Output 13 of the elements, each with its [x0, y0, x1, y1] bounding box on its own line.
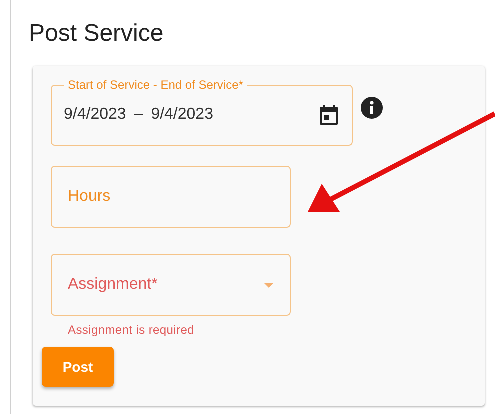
info-icon[interactable]	[361, 97, 383, 119]
assignment-dropdown[interactable]: Assignment*	[51, 254, 291, 316]
field-label: Start of Service - End of Service*	[67, 78, 244, 92]
caret-icon	[264, 282, 274, 288]
end-date: 9/4/2023	[151, 106, 214, 124]
calendar-icon[interactable]	[320, 104, 338, 124]
page-title: Post Service	[29, 20, 165, 48]
post-button[interactable]: Post	[42, 347, 114, 387]
hours-field[interactable]: Hours	[51, 166, 291, 228]
date-range-field[interactable]: Start of Service - End of Service* 9/4/2023 – 9/4/2023	[51, 78, 353, 146]
start-date: 9/4/2023	[64, 106, 126, 124]
date-separator: –	[134, 106, 144, 124]
error-message: Assignment is required	[68, 323, 196, 337]
